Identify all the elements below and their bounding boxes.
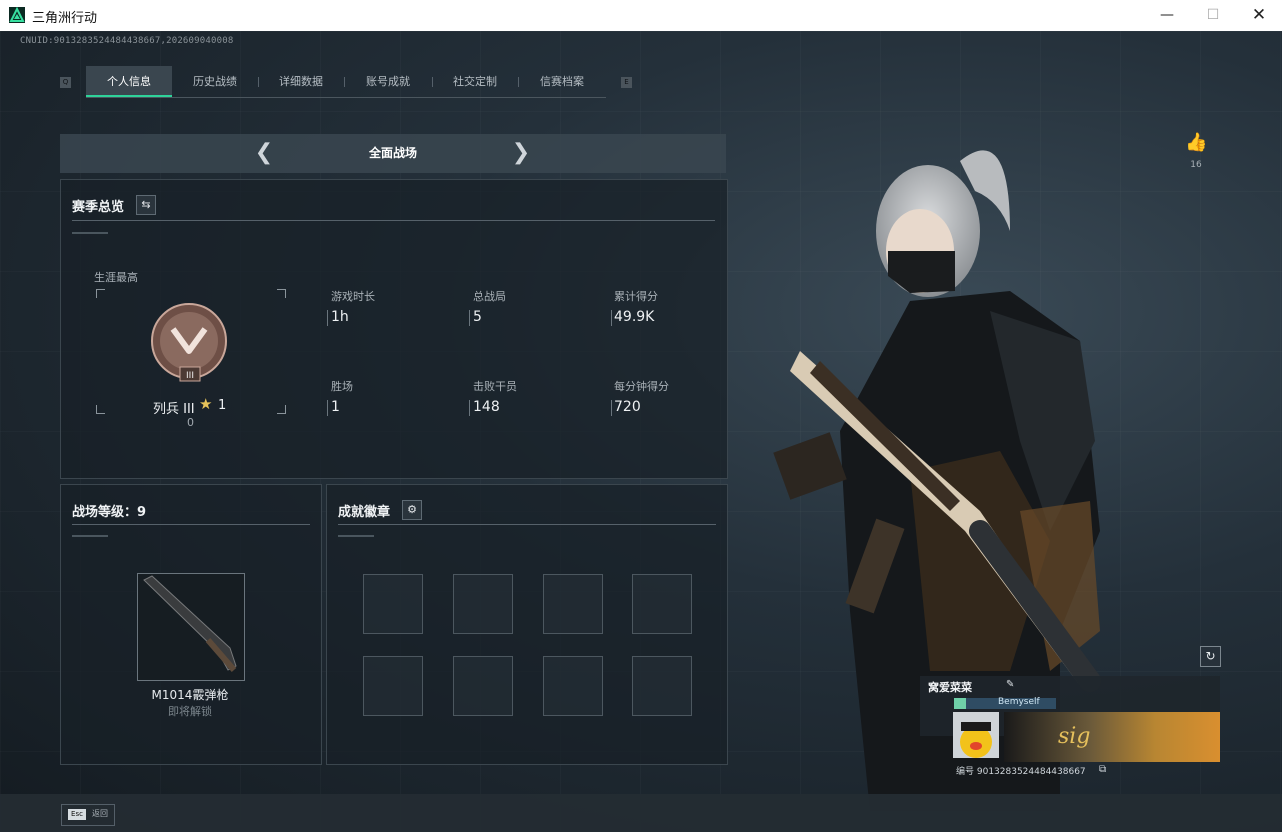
tab-account-achievements[interactable]: 账号成就 — [344, 66, 432, 97]
achievements-title: 成就徽章 — [338, 505, 391, 520]
badge-slot[interactable] — [632, 656, 692, 716]
panel-divider — [72, 220, 715, 221]
season-overview-panel: 赛季总览 ⇆ 生涯最高 III 列兵 III ★ 1 0 游戏时长 1h 总战局… — [60, 179, 728, 479]
weapon-thumbnail[interactable] — [137, 573, 245, 681]
player-tag-text: Bemyself — [998, 697, 1040, 707]
copy-icon[interactable]: ⧉ — [1099, 764, 1106, 775]
app-logo-icon — [9, 7, 25, 23]
weapon-name: M1014霰弹枪 — [151, 688, 229, 702]
stat-label-score-per-minute: 每分钟得分 — [614, 380, 669, 393]
stat-marker — [469, 310, 470, 326]
rank-points: 0 — [187, 416, 194, 429]
badge-slot[interactable] — [632, 574, 692, 634]
panel-subline — [72, 535, 108, 537]
badge-slot[interactable] — [363, 656, 423, 716]
player-id: 编号 9013283524484438667 — [956, 767, 1086, 777]
stat-value-score-per-minute: 720 — [614, 399, 641, 415]
stat-marker — [469, 400, 470, 416]
swap-icon[interactable]: ⇆ — [136, 195, 156, 215]
tab-next-key[interactable]: E — [621, 77, 632, 88]
stat-marker — [327, 310, 328, 326]
stat-marker — [327, 400, 328, 416]
player-name: 窝爱菜菜 — [928, 681, 972, 694]
frame-corner — [277, 289, 286, 298]
stat-label-playtime: 游戏时长 — [331, 290, 375, 303]
season-overview-title: 赛季总览 — [72, 200, 125, 215]
signature-logo: sig — [1058, 724, 1091, 749]
mode-selector: 全面战场 ❮ ❯ — [60, 134, 726, 173]
tab-personal-info[interactable]: 个人信息 — [86, 66, 172, 97]
esc-key: Esc — [68, 809, 86, 820]
stat-label-kills: 击败干员 — [473, 380, 517, 393]
star-icon: ★ — [199, 395, 213, 413]
tab-social-customize[interactable]: 社交定制 — [432, 66, 518, 97]
close-icon[interactable]: ✕ — [1236, 0, 1282, 31]
badge-slot[interactable] — [543, 656, 603, 716]
tab-competition-archive[interactable]: 信赛档案 — [518, 66, 606, 97]
panel-subline — [72, 232, 108, 234]
back-button[interactable]: Esc 返回 — [61, 804, 115, 826]
stat-value-total-score: 49.9K — [614, 309, 655, 325]
stat-label-total-matches: 总战局 — [473, 290, 506, 303]
rank-numeral: III — [186, 371, 194, 381]
weapon-status: 即将解锁 — [168, 705, 212, 718]
panel-divider — [338, 524, 716, 525]
avatar[interactable] — [953, 712, 999, 758]
rank-stars: 1 — [218, 398, 227, 413]
player-tag: Bemyself — [954, 697, 1056, 709]
panel-subline — [338, 535, 374, 537]
refresh-icon[interactable]: ↻ — [1200, 646, 1221, 667]
stat-value-wins: 1 — [331, 399, 340, 415]
tab-detailed-data[interactable]: 详细数据 — [258, 66, 344, 97]
mode-label: 全面战场 — [368, 146, 417, 160]
tag-icon — [954, 698, 966, 709]
badge-slot[interactable] — [543, 574, 603, 634]
battlefield-level-title: 战场等级：9 — [72, 505, 147, 520]
thumbs-up-icon[interactable]: 👍 — [1185, 133, 1207, 153]
stat-value-playtime: 1h — [331, 309, 349, 325]
badge-slot[interactable] — [453, 656, 513, 716]
rank-name: 列兵 III — [153, 402, 195, 417]
window-titlebar: 三角洲行动 — ☐ ✕ — [0, 0, 1282, 31]
chevron-left-icon[interactable]: ❮ — [253, 142, 275, 164]
frame-corner — [96, 405, 105, 414]
tab-history[interactable]: 历史战绩 — [172, 66, 258, 97]
stat-marker — [611, 400, 612, 416]
stat-label-wins: 胜场 — [331, 380, 353, 393]
badge-slot[interactable] — [363, 574, 423, 634]
player-profile-card: 窝爱菜菜 ✎ Bemyself sig — [920, 676, 1220, 762]
cnuid-label: CNUID:9013283524484438667,202609040008 — [20, 36, 234, 46]
stat-marker — [611, 310, 612, 326]
battlefield-level-panel: 战场等级：9 M1014霰弹枪 即将解锁 — [60, 484, 322, 765]
rank-badge-icon: III — [151, 303, 227, 382]
like-count: 16 — [1190, 160, 1202, 170]
stat-value-total-matches: 5 — [473, 309, 482, 325]
tab-bar: 个人信息 历史战绩 详细数据 账号成就 社交定制 信赛档案 — [86, 66, 606, 98]
game-viewport: CNUID:9013283524484438667,202609040008 Q… — [0, 31, 1282, 832]
window-title: 三角洲行动 — [32, 11, 98, 26]
minimize-icon[interactable]: — — [1144, 0, 1190, 31]
chevron-right-icon[interactable]: ❯ — [510, 142, 532, 164]
gear-icon[interactable]: ⚙ — [402, 500, 422, 520]
maximize-icon[interactable]: ☐ — [1190, 0, 1236, 31]
badge-slot[interactable] — [453, 574, 513, 634]
frame-corner — [96, 289, 105, 298]
shotgun-icon — [143, 575, 237, 672]
stat-value-kills: 148 — [473, 399, 500, 415]
panel-divider — [72, 524, 310, 525]
frame-corner — [277, 405, 286, 414]
bottom-bar: Esc 返回 — [0, 794, 1282, 832]
career-best-label: 生涯最高 — [94, 271, 138, 284]
stat-label-total-score: 累计得分 — [614, 290, 658, 303]
tab-prev-key[interactable]: Q — [60, 77, 71, 88]
name-card-banner: sig — [1004, 712, 1220, 762]
back-label: 返回 — [92, 809, 108, 818]
pencil-icon[interactable]: ✎ — [1006, 679, 1014, 690]
achievements-panel: 成就徽章 ⚙ — [326, 484, 728, 765]
